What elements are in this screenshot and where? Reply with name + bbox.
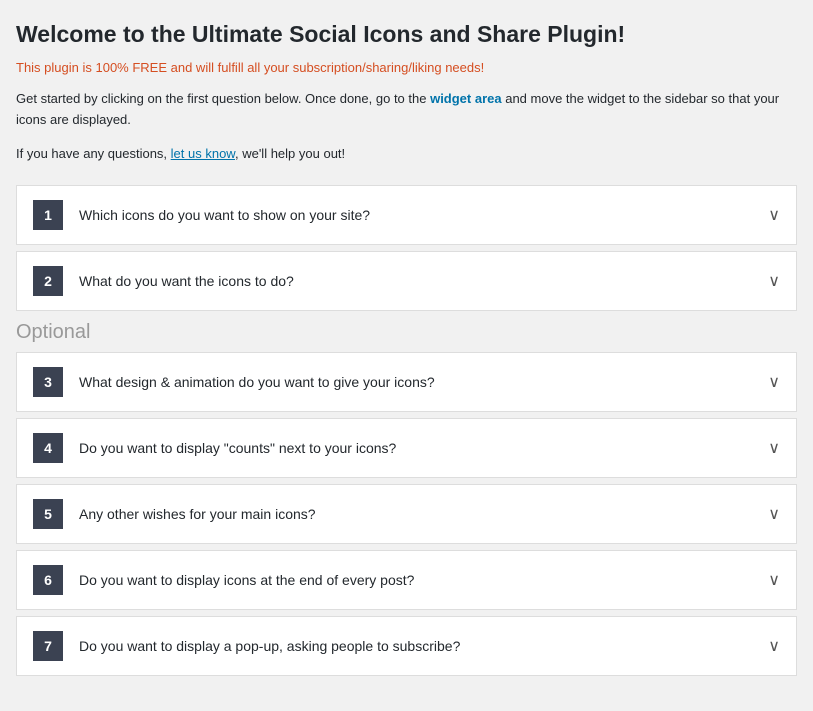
chevron-icon-1: ∨: [768, 205, 780, 225]
optional-label: Optional: [16, 321, 797, 344]
accordion-item-3[interactable]: 3 What design & animation do you want to…: [16, 352, 797, 412]
accordion-item-4[interactable]: 4 Do you want to display "counts" next t…: [16, 418, 797, 478]
accordion-item-7[interactable]: 7 Do you want to display a pop-up, askin…: [16, 616, 797, 676]
chevron-icon-4: ∨: [768, 438, 780, 458]
intro-questions: If you have any questions, let us know, …: [16, 144, 797, 165]
page-title: Welcome to the Ultimate Social Icons and…: [16, 20, 797, 50]
page-wrapper: Welcome to the Ultimate Social Icons and…: [0, 0, 813, 711]
accordion-label-5: Any other wishes for your main icons?: [79, 506, 756, 522]
questions-suffix: , we'll help you out!: [235, 146, 345, 161]
intro-body: Get started by clicking on the first que…: [16, 89, 797, 131]
accordion-item-6[interactable]: 6 Do you want to display icons at the en…: [16, 550, 797, 610]
accordion-number-1: 1: [33, 200, 63, 230]
accordion-item-5[interactable]: 5 Any other wishes for your main icons? …: [16, 484, 797, 544]
chevron-icon-6: ∨: [768, 570, 780, 590]
chevron-icon-2: ∨: [768, 271, 780, 291]
accordion-number-2: 2: [33, 266, 63, 296]
optional-accordion-list: 3 What design & animation do you want to…: [16, 352, 797, 676]
accordion-number-6: 6: [33, 565, 63, 595]
intro-body-prefix: Get started by clicking on the first que…: [16, 91, 430, 106]
accordion-item-1[interactable]: 1 Which icons do you want to show on you…: [16, 185, 797, 245]
accordion-label-4: Do you want to display "counts" next to …: [79, 440, 756, 456]
accordion-label-1: Which icons do you want to show on your …: [79, 207, 756, 223]
chevron-icon-5: ∨: [768, 504, 780, 524]
questions-prefix: If you have any questions,: [16, 146, 171, 161]
accordion-item-2[interactable]: 2 What do you want the icons to do? ∨: [16, 251, 797, 311]
free-text: This plugin is 100% FREE and will fulfil…: [16, 60, 797, 75]
accordion-number-5: 5: [33, 499, 63, 529]
accordion-list: 1 Which icons do you want to show on you…: [16, 185, 797, 311]
accordion-number-4: 4: [33, 433, 63, 463]
accordion-number-3: 3: [33, 367, 63, 397]
accordion-label-2: What do you want the icons to do?: [79, 273, 756, 289]
accordion-number-7: 7: [33, 631, 63, 661]
let-us-know-link[interactable]: let us know: [171, 146, 235, 161]
accordion-label-6: Do you want to display icons at the end …: [79, 572, 756, 588]
chevron-icon-3: ∨: [768, 372, 780, 392]
widget-area-link[interactable]: widget area: [430, 91, 502, 106]
accordion-label-7: Do you want to display a pop-up, asking …: [79, 638, 756, 654]
chevron-icon-7: ∨: [768, 636, 780, 656]
accordion-label-3: What design & animation do you want to g…: [79, 374, 756, 390]
